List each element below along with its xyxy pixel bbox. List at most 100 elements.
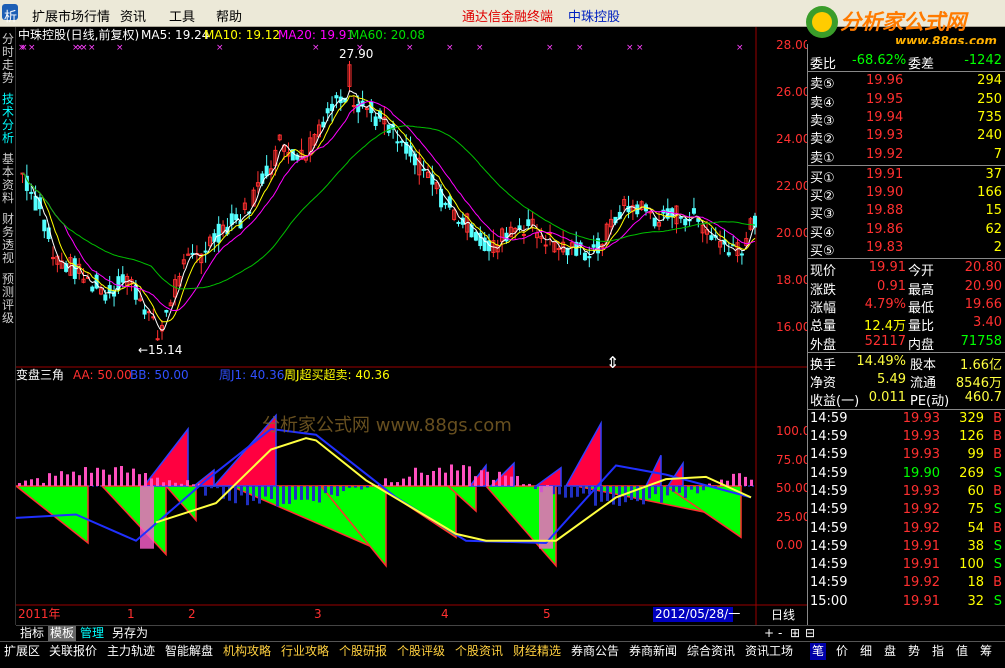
quote-cell: 收益(一)	[810, 394, 860, 410]
tab-fundamentals[interactable]: 基本资料	[1, 153, 15, 205]
quote-cell: 3.40	[973, 315, 1002, 331]
quote-cell: 买③	[810, 207, 835, 223]
quote-cell: 126	[959, 429, 984, 444]
quote-cell: B	[993, 520, 1002, 536]
quote-cell: 166	[977, 185, 1002, 201]
menu-extended-market[interactable]: 扩展市场行情	[32, 6, 110, 25]
statusbar-tab[interactable]: 券商新闻	[627, 643, 679, 660]
statusbar-tab[interactable]: 个股评级	[395, 643, 447, 660]
statusbar-quick-tab[interactable]: 价	[834, 643, 850, 660]
statusbar-tab[interactable]: 关联报价	[47, 643, 99, 660]
indicator-bb: BB: 50.00	[130, 368, 189, 382]
quote-cell: 量比	[908, 319, 935, 335]
statusbar-tab[interactable]: 智能解盘	[163, 643, 215, 660]
tab-technical[interactable]: 技术分析	[1, 93, 15, 145]
tab-forecast[interactable]: 预测评级	[1, 273, 15, 325]
statusbar-tab[interactable]: 个股研报	[337, 643, 389, 660]
quote-cell: 今开	[908, 264, 935, 280]
statusbar-quick-tab[interactable]: 细	[858, 643, 874, 660]
statusbar-tab[interactable]: 机构攻略	[221, 643, 273, 660]
candle-body	[325, 108, 330, 114]
quote-cell: 19.92	[902, 520, 940, 536]
quote-cell: 75	[967, 502, 984, 518]
histogram-bar	[174, 482, 177, 486]
bottom-statusbar: 扩展区 关联报价 主力轨迹 智能解盘 机构攻略 行业攻略 个股研报 个股评级 个股资讯 财经精选券…	[0, 641, 1005, 668]
statusbar-tab[interactable]: 扩展区	[2, 643, 42, 660]
statusbar-quick-tab[interactable]: 势	[906, 643, 922, 660]
menu-help[interactable]: 帮助	[216, 6, 242, 25]
kline-chart-area[interactable]: ×× × ××× × × × × × × × × × × × × × 中珠控股(日线,前复权) MA5: 19…	[16, 27, 807, 625]
histogram-bar	[612, 486, 615, 505]
candle-body	[395, 141, 400, 144]
statusbar-quick-tab[interactable]: 值	[954, 643, 970, 660]
quote-cell: -1242	[964, 53, 1002, 68]
quote-cell: 1.66亿	[960, 357, 1002, 373]
tab-template[interactable]: 模板	[48, 626, 77, 641]
statusbar-quick-tab[interactable]: 指	[930, 643, 946, 660]
statusbar-tab[interactable]: 资讯工场	[743, 643, 795, 660]
quote-cell: S	[993, 502, 1002, 518]
buy-level-row: 买⑤ 19.83 2	[808, 239, 1005, 259]
quote-cell: PE(动)	[910, 394, 950, 410]
histogram-bar	[528, 483, 531, 486]
histogram-bar	[36, 478, 39, 486]
histogram-bar	[576, 486, 579, 497]
quote-cell: 19.93	[902, 447, 940, 463]
quote-cell: S	[993, 557, 1002, 573]
histogram-bar	[396, 482, 399, 486]
histogram-bar	[438, 467, 441, 486]
weibi-row: 委比 -68.62% 委差 -1242	[808, 52, 1005, 72]
tab-intraday[interactable]: 分时走势	[1, 33, 15, 85]
period-label[interactable]: 日线	[771, 608, 795, 622]
y-tick: 18.00	[776, 273, 807, 287]
statusbar-tab[interactable]: 个股资讯	[453, 643, 505, 660]
quote-cell: 19.92	[902, 502, 940, 518]
tab-manage[interactable]: 管理	[78, 626, 106, 641]
menu-news[interactable]: 资讯	[120, 6, 146, 25]
tick-row: 14:59 19.93 99 B	[808, 446, 1005, 464]
y-tick-top: 28.00	[776, 38, 807, 52]
ind-y-tick: 0.00	[776, 538, 803, 552]
menu-tools[interactable]: 工具	[169, 6, 195, 25]
tab-indicator[interactable]: 指标	[18, 626, 46, 641]
quote-cell: 60	[967, 483, 984, 499]
tick-row: 15:00 19.91 32 S	[808, 593, 1005, 611]
tab-save-as[interactable]: 另存为	[110, 626, 150, 641]
statusbar-tab[interactable]: 财经精选	[511, 643, 563, 660]
layout-b-button[interactable]: ⊟	[803, 626, 817, 641]
statusbar-tab[interactable]: 主力轨迹	[105, 643, 157, 660]
layout-a-button[interactable]: ⊞	[788, 626, 802, 641]
statusbar-tab[interactable]: 行业攻略	[279, 643, 331, 660]
quote-cell: S	[993, 465, 1002, 481]
candle-body	[120, 274, 125, 283]
candle-body	[203, 250, 208, 253]
statusbar-quick-tab[interactable]: 笔	[810, 643, 827, 660]
stock-name-title: 中珠控股	[568, 10, 621, 25]
statusbar-quick-tab[interactable]: 筹	[978, 643, 994, 660]
quote-cell: 37	[985, 166, 1002, 182]
indicator-cb: 周J超买超卖: 40.36	[284, 367, 390, 382]
high-price-marker: 27.90	[339, 47, 373, 61]
quote-cell: 71758	[960, 333, 1002, 349]
statusbar-tab[interactable]: 券商公告	[569, 643, 621, 660]
statusbar-tab[interactable]: 综合资讯	[685, 643, 737, 660]
histogram-bar	[180, 483, 183, 486]
histogram-bar	[360, 486, 363, 490]
quote-cell: 委比	[810, 57, 837, 72]
quote-cell: 4.79%	[864, 296, 906, 312]
histogram-bar	[300, 486, 303, 500]
statusbar-quick-tab[interactable]: 盘	[882, 643, 898, 660]
tab-financials[interactable]: 财务透视	[1, 213, 15, 265]
candle-body	[164, 310, 169, 313]
signal-bar	[140, 486, 154, 549]
signal-x-marker: ×	[406, 43, 414, 53]
zoom-in-button[interactable]: +	[762, 626, 776, 641]
quote-cell: 52117	[864, 333, 906, 349]
histogram-bar	[468, 466, 471, 486]
histogram-bar	[732, 473, 735, 486]
zoom-out-button[interactable]: -	[776, 626, 784, 641]
quote-cell: S	[993, 593, 1002, 609]
sell-level-row: 卖① 19.92 7	[808, 146, 1005, 166]
signal-x-marker: ×	[446, 43, 454, 53]
quote-cell: 8546万	[955, 376, 1002, 392]
